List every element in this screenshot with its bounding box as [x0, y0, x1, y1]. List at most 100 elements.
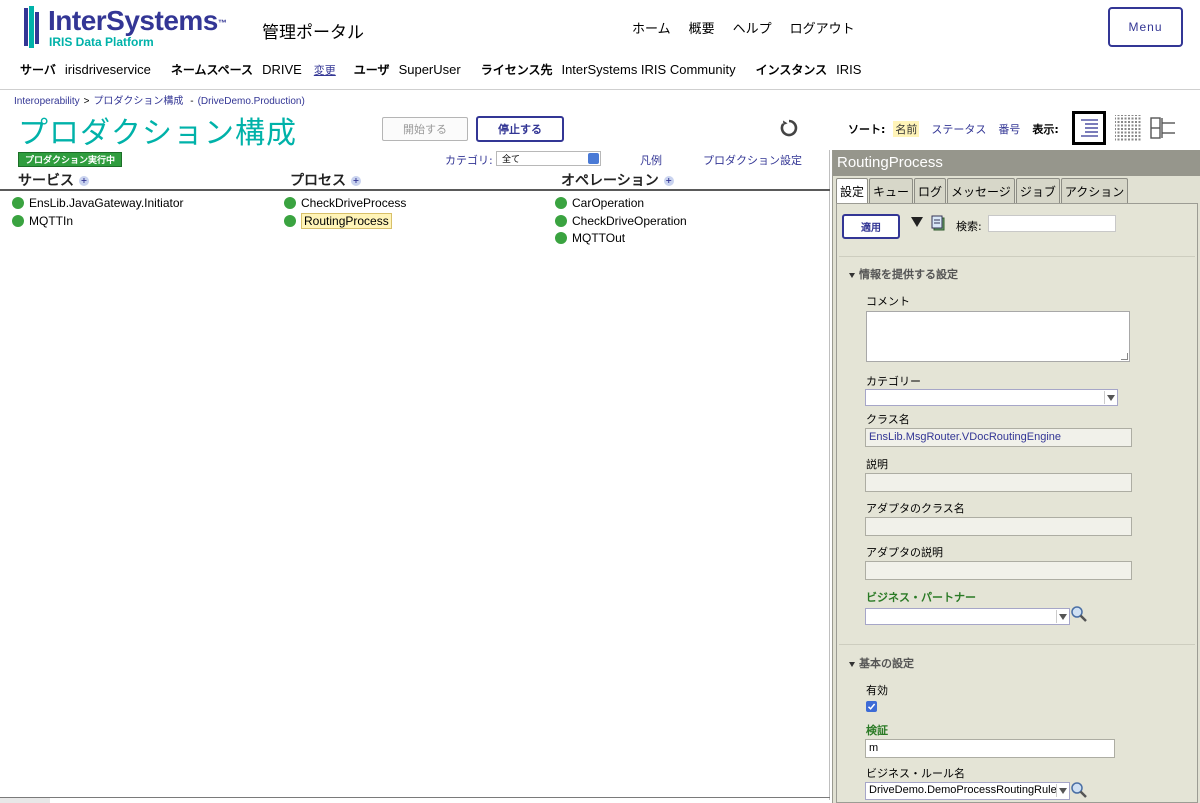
- search-magnifier-icon[interactable]: [1070, 781, 1088, 799]
- tab-log[interactable]: ログ: [914, 178, 947, 203]
- sort-by-number[interactable]: 番号: [998, 121, 1020, 137]
- status-ok-icon: [555, 197, 567, 209]
- select-arrow-icon: [588, 153, 599, 164]
- tab-messages[interactable]: メッセージ: [947, 178, 1015, 203]
- section-basic[interactable]: 基本の設定: [849, 655, 914, 671]
- service-item[interactable]: MQTTIn: [12, 214, 73, 228]
- comment-label: コメント: [866, 295, 910, 308]
- instance-label: インスタンス: [755, 63, 828, 77]
- caret-down-icon: [849, 661, 855, 667]
- header: InterSystems™ IRIS Data Platform 管理ポータル …: [0, 0, 1200, 90]
- breadcrumb: Interoperability > プロダクション構成 - (DriveDemo.P…: [14, 92, 305, 107]
- business-partner-select[interactable]: [865, 608, 1070, 625]
- operation-item[interactable]: CarOperation: [555, 196, 644, 210]
- category-filter-select[interactable]: 全て: [496, 151, 601, 166]
- server-value: irisdriveservice: [64, 62, 151, 77]
- namespace-value: DRIVE: [262, 62, 302, 77]
- nav-logout-link[interactable]: ログアウト: [790, 18, 855, 37]
- operations-header-label: オペレーション: [561, 173, 659, 189]
- adapter-class-field: [865, 517, 1132, 536]
- caret-down-icon: [849, 272, 855, 278]
- refresh-icon[interactable]: [780, 119, 798, 137]
- change-namespace-link[interactable]: 変更: [314, 62, 336, 78]
- operations-column-header: オペレーション +: [561, 170, 674, 190]
- settings-document-icon[interactable]: [931, 215, 947, 231]
- enabled-checkbox[interactable]: [866, 701, 877, 712]
- legend-link[interactable]: 凡例: [640, 152, 662, 168]
- service-item[interactable]: EnsLib.JavaGateway.Initiator: [12, 196, 184, 210]
- process-item-selected[interactable]: RoutingProcess: [284, 213, 392, 229]
- search-label: 検索:: [956, 220, 982, 233]
- production-diagram: プロダクション実行中 カテゴリ: 全て 凡例 プロダクション設定 サービス + プ…: [0, 150, 830, 800]
- tab-actions[interactable]: アクション: [1060, 178, 1129, 203]
- adapter-class-label: アダプタのクラス名: [866, 502, 965, 515]
- user-value: SuperUser: [398, 62, 461, 77]
- add-process-icon[interactable]: +: [351, 176, 361, 186]
- instance-value: IRIS: [836, 62, 862, 77]
- stop-button[interactable]: 停止する: [476, 116, 564, 142]
- checkmark-icon: [867, 703, 876, 710]
- apply-button[interactable]: 適用: [842, 214, 900, 239]
- dropdown-arrow-icon: [1104, 391, 1116, 404]
- business-partner-label: ビジネス・パートナー: [866, 591, 976, 604]
- settings-search-input[interactable]: [988, 215, 1116, 232]
- namespace-label: ネームスペース: [170, 63, 254, 77]
- instance-info-bar: サーバ irisdriveservice ネームスペース DRIVE 変更 ユー…: [20, 61, 881, 78]
- view-grid-button[interactable]: [1111, 111, 1145, 145]
- column-header-divider: [0, 189, 830, 191]
- sort-by-status[interactable]: ステータス: [931, 121, 986, 137]
- breadcrumb-interoperability[interactable]: Interoperability: [14, 96, 80, 107]
- section-basic-label: 基本の設定: [859, 657, 914, 670]
- tab-settings[interactable]: 設定: [836, 178, 869, 204]
- resize-grip-icon[interactable]: [1121, 353, 1128, 360]
- section-divider: [839, 644, 1195, 645]
- process-item[interactable]: CheckDriveProcess: [284, 196, 406, 210]
- view-list-button[interactable]: [1072, 111, 1106, 145]
- sort-by-name[interactable]: 名前: [893, 121, 920, 137]
- nav-home-link[interactable]: ホーム: [632, 18, 671, 37]
- tab-jobs[interactable]: ジョブ: [1015, 178, 1060, 203]
- nav-help-link[interactable]: ヘルプ: [733, 18, 772, 37]
- section-informational[interactable]: 情報を提供する設定: [849, 266, 958, 282]
- category-filter-value: 全て: [502, 155, 521, 165]
- validation-input[interactable]: m: [865, 739, 1115, 758]
- dropdown-arrow-icon: [1056, 784, 1068, 797]
- description-label: 説明: [866, 458, 888, 471]
- processes-header-label: プロセス: [290, 173, 346, 189]
- sort-controls: ソート: 名前 ステータス 番号 表示:: [848, 121, 1067, 137]
- start-button[interactable]: 開始する: [382, 117, 468, 141]
- menu-button[interactable]: Menu: [1108, 7, 1183, 47]
- view-diagram-button[interactable]: [1146, 111, 1180, 145]
- diagram-bottom-border: [0, 797, 830, 798]
- breadcrumb-production-config[interactable]: プロダクション構成: [93, 96, 183, 107]
- expand-all-icon[interactable]: [911, 217, 923, 227]
- operation-item[interactable]: MQTTOut: [555, 231, 625, 245]
- breadcrumb-dash: -: [190, 96, 194, 107]
- production-running-badge: プロダクション実行中: [18, 152, 123, 167]
- category-select[interactable]: [865, 389, 1118, 406]
- panel-title: RoutingProcess: [833, 150, 1200, 176]
- intersystems-logo-icon: [24, 6, 39, 48]
- detail-panel: RoutingProcess 設定 キュー ログ メッセージ ジョブ アクション…: [832, 150, 1200, 803]
- business-rule-label: ビジネス・ルール名: [866, 767, 965, 780]
- validation-label: 検証: [866, 724, 888, 737]
- list-view-icon: [1081, 119, 1098, 137]
- panel-tabs: 設定 キュー ログ メッセージ ジョブ アクション: [836, 178, 1129, 204]
- horizontal-scrollbar[interactable]: [0, 798, 50, 803]
- search-magnifier-icon[interactable]: [1070, 605, 1088, 623]
- tab-queue[interactable]: キュー: [869, 178, 914, 203]
- business-rule-select[interactable]: DriveDemo.DemoProcessRoutingRule: [865, 782, 1070, 800]
- user-label: ユーザ: [353, 63, 390, 77]
- enabled-label: 有効: [866, 684, 888, 697]
- view-label: 表示:: [1032, 123, 1059, 136]
- production-settings-link[interactable]: プロダクション設定: [703, 152, 802, 168]
- comment-textarea[interactable]: [866, 311, 1130, 362]
- status-ok-icon: [555, 215, 567, 227]
- description-field: [865, 473, 1132, 492]
- nav-overview-link[interactable]: 概要: [689, 18, 715, 37]
- add-service-icon[interactable]: +: [79, 176, 89, 186]
- services-column-header: サービス +: [18, 170, 89, 190]
- intersystems-logo[interactable]: InterSystems™ IRIS Data Platform: [24, 6, 227, 49]
- operation-item[interactable]: CheckDriveOperation: [555, 214, 687, 228]
- add-operation-icon[interactable]: +: [663, 176, 674, 186]
